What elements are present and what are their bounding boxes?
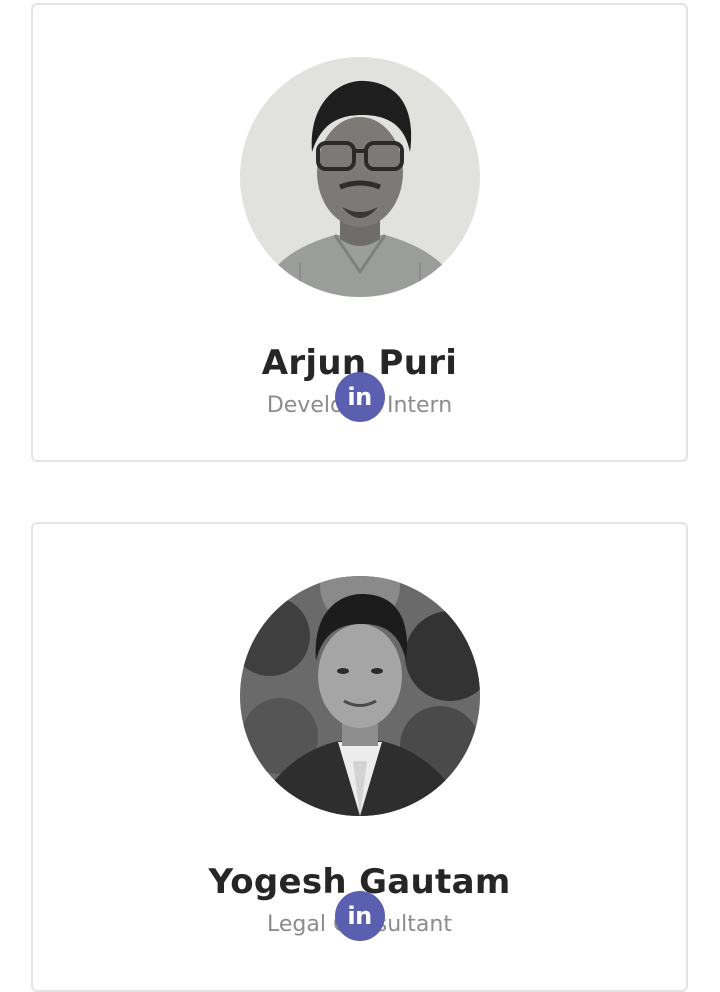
team-member-card: Arjun Puri Developer Intern in — [31, 3, 688, 462]
linkedin-icon[interactable]: in — [334, 372, 385, 422]
team-member-card: Yogesh Gautam Legal Consultant in — [31, 522, 688, 992]
linkedin-icon[interactable]: in — [334, 891, 385, 941]
profile-photo — [239, 57, 480, 297]
profile-photo — [239, 576, 480, 816]
